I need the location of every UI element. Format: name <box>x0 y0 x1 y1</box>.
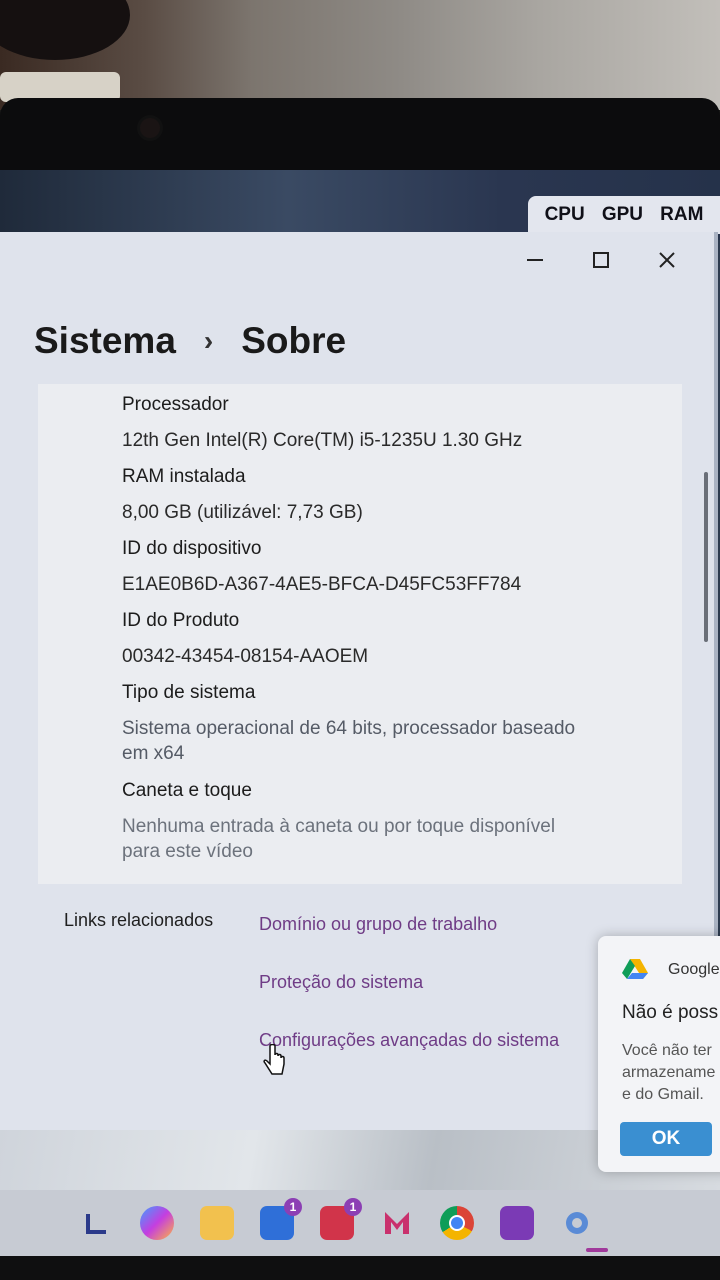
photo-object <box>0 0 130 60</box>
close-button[interactable] <box>634 240 700 280</box>
spec-value-product-id: 00342-43454-08154-AAOEM <box>122 646 369 667</box>
chrome-icon[interactable] <box>440 1206 474 1240</box>
malwarebytes-icon[interactable] <box>380 1206 414 1240</box>
notification-body-line: e do Gmail. <box>622 1086 704 1103</box>
minimize-icon <box>527 259 543 261</box>
spec-value-pen-touch-line2: para este vídeo <box>122 841 253 862</box>
notification-body-line: armazename <box>622 1064 716 1081</box>
spec-value-pen-touch: Nenhuma entrada à caneta ou por toque di… <box>122 814 622 876</box>
google-drive-icon <box>622 959 648 979</box>
ok-button[interactable]: OK <box>620 1122 712 1156</box>
performance-widget[interactable]: CPU GPU RAM <box>528 196 720 234</box>
spec-value-system-type: Sistema operacional de 64 bits, processa… <box>122 716 622 778</box>
active-app-indicator <box>586 1248 608 1252</box>
taskbar: 1 1 <box>0 1190 720 1256</box>
photo-background <box>0 0 720 110</box>
spec-label-processor: Processador <box>122 394 229 415</box>
link-system-protection[interactable]: Proteção do sistema <box>259 972 423 993</box>
spec-label-system-type: Tipo de sistema <box>122 682 256 703</box>
spec-value-ram: 8,00 GB (utilizável: 7,73 GB) <box>122 502 363 523</box>
laptop-bezel-bottom <box>0 1256 720 1280</box>
spec-label-ram: RAM instalada <box>122 466 246 487</box>
notification-app-name: Google <box>668 961 720 978</box>
maximize-icon <box>593 252 609 268</box>
notification-title: Não é poss <box>622 1002 719 1023</box>
scrollbar[interactable] <box>704 472 708 642</box>
hand-cursor-icon <box>263 1044 285 1075</box>
spec-value-system-type-line2: em x64 <box>122 743 185 764</box>
device-specs-list: Processador 12th Gen Intel(R) Core(TM) i… <box>122 392 622 876</box>
breadcrumb: Sistema › Sobre <box>34 320 346 362</box>
cpu-label[interactable]: CPU <box>545 204 585 226</box>
notification-body: Você não ter armazename e do Gmail. <box>622 1040 720 1106</box>
spec-label-device-id: ID do dispositivo <box>122 538 262 559</box>
lexi-icon[interactable]: 1 <box>320 1198 362 1240</box>
notification-badge: 1 <box>344 1198 362 1216</box>
launcher-icon[interactable] <box>80 1206 114 1240</box>
page-title: Sobre <box>241 320 347 361</box>
notification-toast[interactable]: Google Não é poss Você não ter armazenam… <box>598 936 720 1172</box>
spec-value-device-id: E1AE0B6D-A367-4AE5-BFCA-D45FC53FF784 <box>122 574 522 595</box>
ram-label[interactable]: RAM <box>660 204 703 226</box>
spec-label-product-id: ID do Produto <box>122 610 240 631</box>
onenote-icon[interactable] <box>500 1206 534 1240</box>
laptop-bezel <box>0 98 720 178</box>
spec-value-processor: 12th Gen Intel(R) Core(TM) i5-1235U 1.30… <box>122 430 523 451</box>
breadcrumb-separator: › <box>203 325 214 356</box>
spec-label-pen-touch: Caneta e toque <box>122 780 252 801</box>
webcam <box>140 118 160 138</box>
spec-value-pen-touch-line1: Nenhuma entrada à caneta ou por toque di… <box>122 816 556 837</box>
link-domain-workgroup[interactable]: Domínio ou grupo de trabalho <box>259 914 497 935</box>
window-controls <box>502 240 700 280</box>
app-badge-icon[interactable]: 1 <box>260 1198 302 1240</box>
notification-body-line: Você não ter <box>622 1042 712 1059</box>
maximize-button[interactable] <box>568 240 634 280</box>
close-icon <box>659 252 675 268</box>
breadcrumb-parent[interactable]: Sistema <box>34 320 176 362</box>
copilot-icon[interactable] <box>140 1206 174 1240</box>
link-advanced-system-settings[interactable]: Configurações avançadas do sistema <box>259 1030 559 1051</box>
settings-icon[interactable] <box>560 1206 594 1240</box>
related-links-title: Links relacionados <box>64 910 214 930</box>
notification-badge: 1 <box>284 1198 302 1216</box>
minimize-button[interactable] <box>502 240 568 280</box>
gpu-label[interactable]: GPU <box>602 204 643 226</box>
spec-value-system-type-line1: Sistema operacional de 64 bits, processa… <box>122 718 576 739</box>
file-explorer-icon[interactable] <box>200 1206 234 1240</box>
